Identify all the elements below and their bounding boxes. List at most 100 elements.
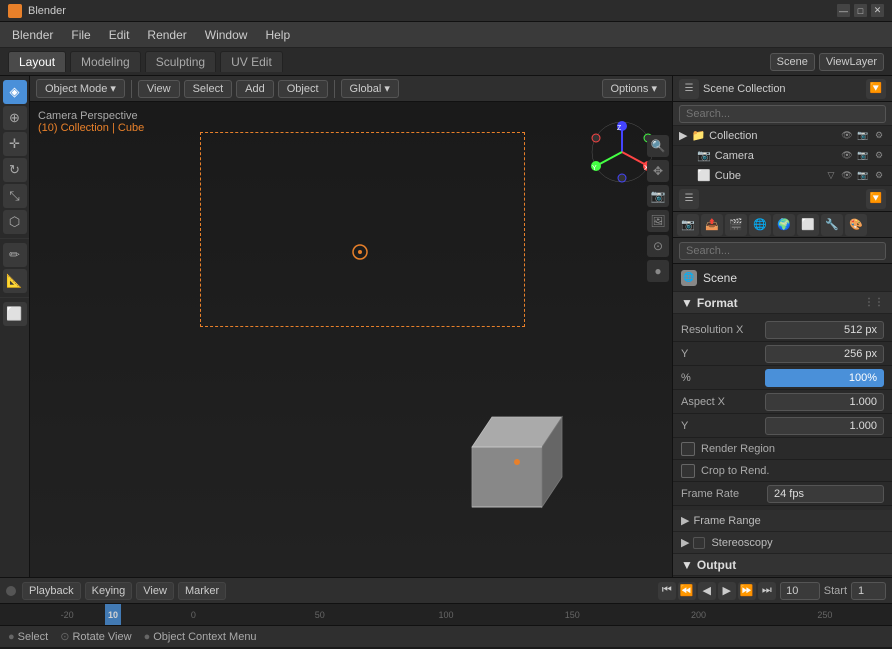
props-tab-world[interactable]: 🌍 [773,214,795,236]
add-menu[interactable]: Add [236,80,274,98]
crop-to-rend-checkbox[interactable] [681,464,695,478]
viewport-pan[interactable]: ✥ [647,160,669,182]
jump-start-button[interactable]: ⏮ [658,582,676,600]
menu-blender[interactable]: Blender [4,25,61,45]
collection-settings-icon[interactable]: ⚙ [872,129,886,143]
menu-render[interactable]: Render [139,25,194,45]
tool-add-cube[interactable]: ⬜ [3,302,27,326]
menu-file[interactable]: File [63,25,98,45]
jump-end-button[interactable]: ⏭ [758,582,776,600]
scene-selector[interactable]: Scene [770,53,815,71]
scrubber-playhead[interactable]: 10 [105,604,121,625]
tool-move[interactable]: ✛ [3,132,27,156]
tab-modeling[interactable]: Modeling [70,51,141,72]
outliner-search-input[interactable] [679,105,886,123]
viewport-3d[interactable]: Object Mode ▾ View Select Add Object Glo… [30,76,672,577]
format-section-header[interactable]: ▼ Format ⋮⋮ [673,292,892,314]
start-frame-input[interactable] [851,582,886,600]
viewport-shading[interactable]: ● [647,260,669,282]
frame-range-header[interactable]: ▶ Frame Range [673,510,892,532]
outliner-options-btn[interactable]: ☰ [679,79,699,99]
viewport-info: Camera Perspective (10) Collection | Cub… [38,110,144,134]
play-back-button[interactable]: ◀ [698,582,716,600]
object-mode-dropdown[interactable]: Object Mode ▾ [36,79,125,98]
format-section-content: Resolution X 512 px Y 256 px % 100% Aspe… [673,314,892,510]
tool-scale[interactable]: ⤡ [3,184,27,208]
resolution-pct-value[interactable]: 100% [765,369,884,387]
stereoscopy-header[interactable]: ▶ Stereoscopy [673,532,892,554]
collection-visibility-icon[interactable]: 👁 [840,129,854,143]
resolution-x-value[interactable]: 512 px [765,321,884,339]
play-button[interactable]: ▶ [718,582,736,600]
menu-window[interactable]: Window [197,25,256,45]
tab-layout[interactable]: Layout [8,51,66,72]
outliner-item-collection[interactable]: ▶ 📁 Collection 👁 📷 ⚙ [673,126,892,146]
props-filter-btn[interactable]: 🔽 [866,189,886,209]
outliner-item-camera[interactable]: 📷 Camera 👁 📷 ⚙ [673,146,892,166]
viewport-overlay[interactable]: ⊙ [647,235,669,257]
tool-select[interactable]: ◈ [3,80,27,104]
cube-render-icon[interactable]: 📷 [856,169,870,183]
tool-annotate[interactable]: ✏ [3,243,27,267]
props-tab-view-layer[interactable]: 🎬 [725,214,747,236]
cube-visibility-icon[interactable]: 👁 [840,169,854,183]
timeline-view-menu[interactable]: View [136,582,174,600]
timeline-playback-menu[interactable]: Playback [22,582,81,600]
collection-render-icon[interactable]: 📷 [856,129,870,143]
tool-rotate[interactable]: ↻ [3,158,27,182]
outliner-item-cube[interactable]: ⬜ Cube ▽ 👁 📷 ⚙ [673,166,892,186]
tab-uv-edit[interactable]: UV Edit [220,51,283,72]
camera-render-icon[interactable]: 📷 [856,149,870,163]
close-button[interactable]: ✕ [871,4,884,17]
scrubber-tick-200: 200 [635,610,761,620]
cube-settings-icon[interactable]: ⚙ [872,169,886,183]
viewport-canvas[interactable]: .grid-line { stroke: #333; stroke-width:… [30,102,672,577]
props-tab-output[interactable]: 📤 [701,214,723,236]
resolution-y-value[interactable]: 256 px [765,345,884,363]
object-menu[interactable]: Object [278,80,328,98]
scrubber-bar[interactable]: -20 0 50 100 150 200 250 10 [0,603,892,625]
aspect-y-value[interactable]: 1.000 [765,417,884,435]
timeline-transport: ⏮ ⏪ ◀ ▶ ⏩ ⏭ [658,582,776,600]
menu-edit[interactable]: Edit [101,25,138,45]
viewport-render-mode[interactable]: 🖼 [647,210,669,232]
resolution-x-row: Resolution X 512 px [673,318,892,342]
output-section-header[interactable]: ▼ Output [673,554,892,576]
viewport-camera[interactable]: 📷 [647,185,669,207]
props-tab-scene[interactable]: 🌐 [749,214,771,236]
maximize-button[interactable]: □ [854,4,867,17]
tool-cursor[interactable]: ⊕ [3,106,27,130]
props-options-btn[interactable]: ☰ [679,189,699,209]
frame-rate-dropdown[interactable]: 24 fps [767,485,884,503]
format-section-menu-icon[interactable]: ⋮⋮ [864,297,884,308]
select-menu[interactable]: Select [184,80,233,98]
camera-settings-icon[interactable]: ⚙ [872,149,886,163]
step-back-button[interactable]: ⏪ [678,582,696,600]
outliner-filter-btn[interactable]: 🔽 [866,79,886,99]
transform-global-dropdown[interactable]: Global ▾ [341,79,399,98]
menu-help[interactable]: Help [257,25,298,45]
props-tab-material[interactable]: 🎨 [845,214,867,236]
viewport-zoom-in[interactable]: 🔍 [647,135,669,157]
props-tab-render[interactable]: 📷 [677,214,699,236]
tab-sculpting[interactable]: Sculpting [145,51,216,72]
properties-search-input[interactable] [679,242,886,260]
status-rotate-label: Rotate View [72,631,131,643]
aspect-x-value[interactable]: 1.000 [765,393,884,411]
step-forward-button[interactable]: ⏩ [738,582,756,600]
props-tab-object[interactable]: ⬜ [797,214,819,236]
view-layer-selector[interactable]: ViewLayer [819,53,884,71]
aspect-y-row: Y 1.000 [673,414,892,438]
props-tab-modifier[interactable]: 🔧 [821,214,843,236]
cube-filter-icon[interactable]: ▽ [824,169,838,183]
minimize-button[interactable]: — [837,4,850,17]
tool-transform[interactable]: ⬡ [3,210,27,234]
options-button[interactable]: Options ▾ [602,79,667,98]
view-menu[interactable]: View [138,80,180,98]
timeline-keying-menu[interactable]: Keying [85,582,133,600]
current-frame-input[interactable] [780,582,820,600]
timeline-marker-menu[interactable]: Marker [178,582,226,600]
camera-visibility-icon[interactable]: 👁 [840,149,854,163]
render-region-checkbox[interactable] [681,442,695,456]
tool-measure[interactable]: 📐 [3,269,27,293]
